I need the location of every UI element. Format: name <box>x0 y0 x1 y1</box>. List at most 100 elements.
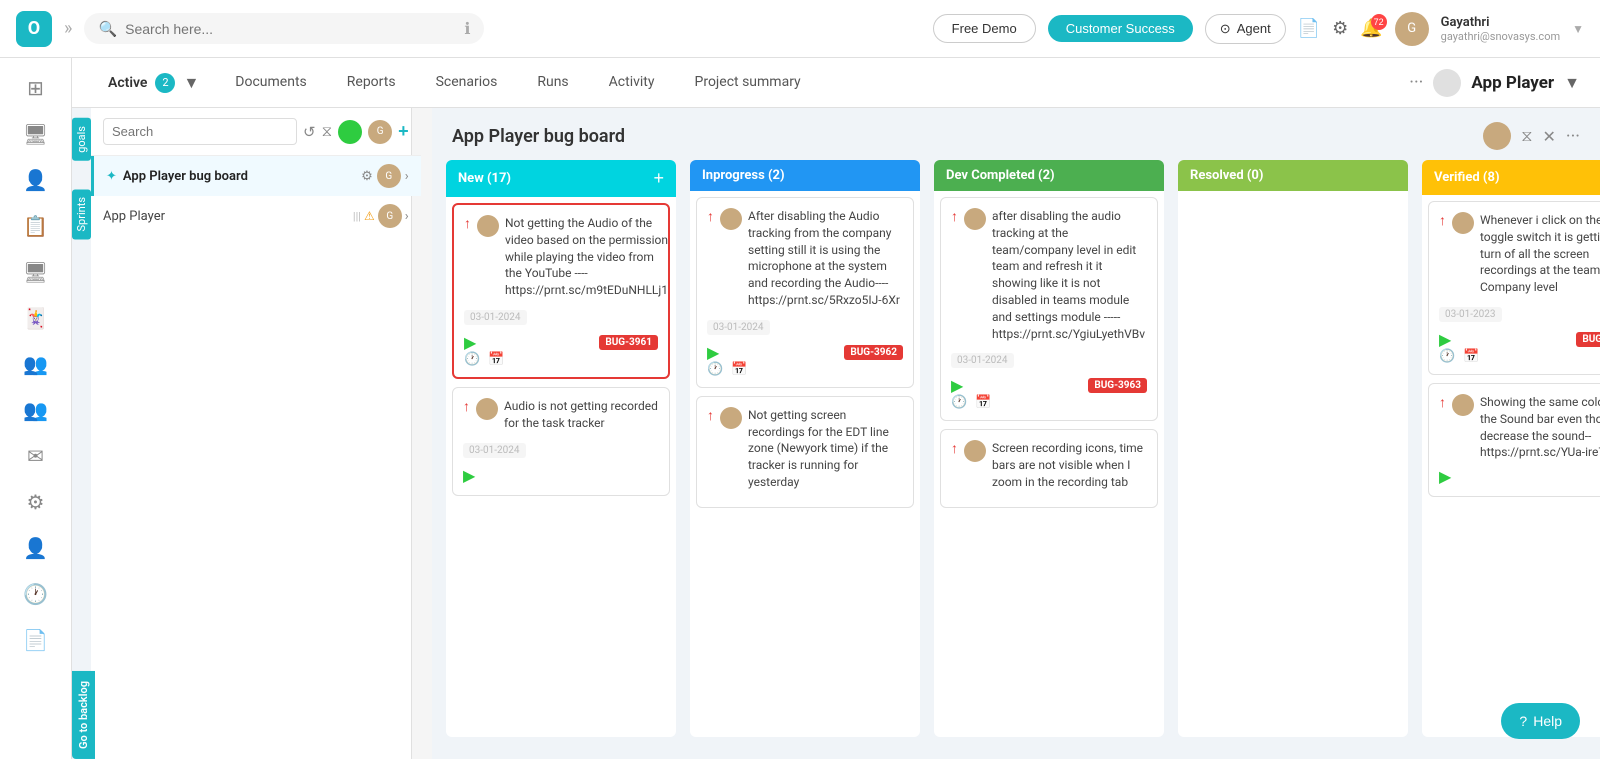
card-avatar <box>476 398 498 420</box>
board-close-icon[interactable]: ✕ <box>1542 127 1555 146</box>
board-item2-avatar: G <box>378 204 402 228</box>
column-inprogress: Inprogress (2) ↑ After disabling the Aud… <box>690 160 920 737</box>
play-icon[interactable]: ▶ <box>1439 467 1451 486</box>
sidebar-item-settings[interactable]: ⚙ <box>16 482 56 522</box>
play-icon[interactable]: ▶ <box>951 376 963 395</box>
sidebar-item-people[interactable]: 👥 <box>16 344 56 384</box>
column-new-add-button[interactable]: + <box>653 168 664 189</box>
card-sound-bar[interactable]: ↑ Showing the same color for the Sound b… <box>1428 383 1600 497</box>
calendar-icon: 📅 <box>488 352 504 367</box>
topbar-actions: Free Demo Customer Success ⊙ Agent 📄 ⚙ 🔔… <box>933 12 1584 46</box>
sidebar-item-clipboard[interactable]: 📋 <box>16 206 56 246</box>
app-logo[interactable]: O <box>16 11 52 47</box>
sprints-tab[interactable]: Sprints <box>72 189 91 239</box>
subnav-documents[interactable]: Documents <box>215 58 326 108</box>
sidebar-item-mail[interactable]: ✉ <box>16 436 56 476</box>
priority-icon: ↑ <box>951 208 958 225</box>
panel-undo-button[interactable]: ↺ <box>303 123 316 141</box>
play-icon[interactable]: ▶ <box>463 466 475 485</box>
settings-icon-button[interactable]: ⚙ <box>1332 18 1348 39</box>
card-bug-3961[interactable]: ↑ Not getting the Audio of the video bas… <box>452 203 670 379</box>
board-item2-chevron-icon[interactable]: › <box>405 209 409 224</box>
search-input[interactable] <box>125 21 456 37</box>
sidebar-item-group[interactable]: 👥 <box>16 390 56 430</box>
go-to-backlog-tab[interactable]: Go to backlog <box>72 671 95 759</box>
column-devcompleted-body: ↑ after disabling the audio tracking at … <box>934 191 1164 737</box>
card-bug-3964[interactable]: ↑ Whenever i click on the toggle switch … <box>1428 201 1600 375</box>
subnav-activity[interactable]: Activity <box>589 58 675 108</box>
document-icon-button[interactable]: 📄 <box>1298 18 1320 39</box>
sub-navigation: Active 2 ▼ Documents Reports Scenarios R… <box>72 58 1600 108</box>
board-item-avatar: G <box>377 164 401 188</box>
play-icon[interactable]: ▶ <box>464 333 476 352</box>
customer-success-button[interactable]: Customer Success <box>1048 15 1193 42</box>
app-player-avatar <box>1433 69 1461 97</box>
free-demo-button[interactable]: Free Demo <box>933 14 1036 43</box>
subnav-scenarios[interactable]: Scenarios <box>416 58 518 108</box>
card-bug-3963[interactable]: ↑ after disabling the audio tracking at … <box>940 197 1158 421</box>
board-item-bug-board[interactable]: ✦ App Player bug board ⚙ G › <box>91 156 421 196</box>
card-top: ↑ Not getting screen recordings for the … <box>707 407 903 491</box>
sidebar-item-clock[interactable]: 🕐 <box>16 574 56 614</box>
board-item-chevron-icon[interactable]: › <box>405 169 409 184</box>
agent-button[interactable]: ⊙ Agent <box>1205 14 1286 44</box>
card-avatar <box>477 215 499 237</box>
card-avatar <box>964 440 986 462</box>
user-email: gayathri@snovasys.com <box>1441 30 1560 43</box>
card-audio-tracker[interactable]: ↑ Audio is not getting recorded for the … <box>452 387 670 496</box>
card-icons: 🕐 📅 <box>707 362 903 377</box>
card-date: 03-01-2024 <box>707 315 903 339</box>
board-more-icon[interactable]: ··· <box>1566 126 1580 147</box>
goals-tab[interactable]: goals <box>72 118 91 161</box>
sidebar-item-monitor[interactable]: 🖥 <box>16 252 56 292</box>
app-player-dropdown-icon[interactable]: ▼ <box>1564 73 1580 93</box>
notifications-button[interactable]: 🔔 72 <box>1360 18 1382 39</box>
board-filter-icon[interactable]: ⧖ <box>1521 126 1532 146</box>
card-text: Audio is not getting recorded for the ta… <box>504 398 659 432</box>
help-button[interactable]: ? Help <box>1501 703 1580 739</box>
card-date: 03-01-2024 <box>463 438 659 462</box>
panel-search-input[interactable] <box>103 118 297 145</box>
subnav-more-icon[interactable]: ··· <box>1409 72 1423 93</box>
column-resolved-header: Resolved (0) <box>1178 160 1408 191</box>
panel-filter-button[interactable]: ⧖ <box>322 123 333 140</box>
kanban-columns: New (17) + ↑ Not getting the Audio of th… <box>432 160 1600 751</box>
priority-icon: ↑ <box>463 398 470 415</box>
board-item-settings-icon[interactable]: ⚙ <box>361 169 373 184</box>
column-devcompleted: Dev Completed (2) ↑ after disabling the … <box>934 160 1164 737</box>
user-dropdown-icon[interactable]: ▼ <box>1572 22 1584 36</box>
card-text: Screen recording icons, time bars are no… <box>992 440 1147 490</box>
online-indicator <box>338 120 362 144</box>
play-icon[interactable]: ▶ <box>707 343 719 362</box>
card-screen-recording-icons[interactable]: ↑ Screen recording icons, time bars are … <box>940 429 1158 507</box>
sidebar-item-user-cog[interactable]: 👤 <box>16 528 56 568</box>
sidebar-item-grid[interactable]: ⊞ <box>16 68 56 108</box>
agent-icon: ⊙ <box>1220 21 1231 37</box>
panel-add-button[interactable]: + <box>398 121 409 142</box>
subnav-reports[interactable]: Reports <box>327 58 416 108</box>
sidebar-expand-icon[interactable]: » <box>64 18 72 39</box>
help-icon: ? <box>1519 713 1527 729</box>
sidebar-item-doc[interactable]: 📄 <box>16 620 56 660</box>
subnav-runs[interactable]: Runs <box>517 58 588 108</box>
info-icon[interactable]: ℹ <box>464 19 470 38</box>
card-bug-3962[interactable]: ↑ After disabling the Audio tracking fro… <box>696 197 914 388</box>
card-text: Not getting the Audio of the video based… <box>505 215 668 299</box>
side-tabs: goals Sprints <box>72 108 91 759</box>
sidebar-item-person[interactable]: 👤 <box>16 160 56 200</box>
subnav-project-summary[interactable]: Project summary <box>675 58 821 108</box>
active-dropdown-icon[interactable]: ▼ <box>183 73 199 93</box>
card-icons: 🕐 📅 <box>464 352 658 367</box>
play-icon[interactable]: ▶ <box>1439 330 1451 349</box>
card-footer: ▶ BUG-3962 <box>707 343 903 362</box>
board-item-app-player[interactable]: App Player ||| ⚠ G › <box>91 196 421 236</box>
sidebar-item-card[interactable]: 🃏 <box>16 298 56 338</box>
board-header: App Player bug board ⧖ ✕ ··· <box>432 108 1600 160</box>
sidebar-item-tv[interactable]: 🖥 <box>16 114 56 154</box>
user-info: Gayathri gayathri@snovasys.com <box>1441 15 1560 43</box>
column-resolved: Resolved (0) <box>1178 160 1408 737</box>
card-screen-edt[interactable]: ↑ Not getting screen recordings for the … <box>696 396 914 508</box>
calendar-icon: 📅 <box>731 362 747 377</box>
card-footer: ▶ <box>1439 467 1600 486</box>
active-label: Active <box>108 75 147 91</box>
